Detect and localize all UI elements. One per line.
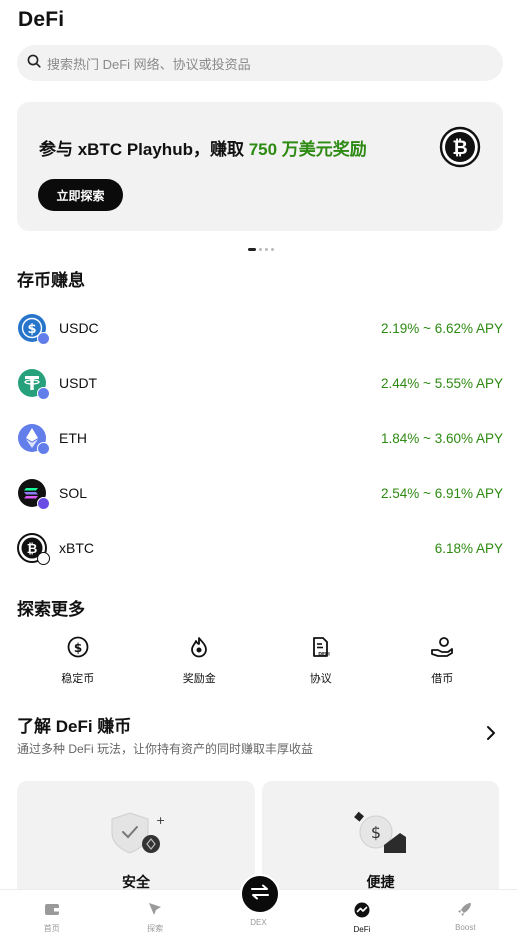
tab-label: 探索 [147,924,164,933]
token-name: SOL [59,485,88,501]
svg-text:₿: ₿ [452,137,467,159]
svg-text:DEFI: DEFI [318,652,330,658]
banner-title: 参与 xBTC Playhub，赚取 750 万美元奖励 [39,140,367,159]
shield-icon: + [110,811,166,862]
tab-label: 首页 [43,924,60,933]
token-name: USDT [59,375,98,391]
defi-icon [354,902,370,923]
rocket-icon [457,902,473,921]
borrow-icon [430,636,454,663]
explore-item-label: 协议 [309,673,332,685]
explore-item-label: 稳定币 [61,673,95,685]
learn-heading[interactable]: 了解 DeFi 赚币 [17,712,131,737]
explore-item-protocol[interactable]: DEFI 协议 [260,636,382,686]
list-item-usdc[interactable]: $ USDC 2.19% ~ 6.62% APY [17,311,503,345]
compass-icon [147,902,163,921]
token-apy: 6.18% APY [434,540,503,556]
tab-home[interactable]: 首页 [0,890,103,934]
reward-icon [188,636,210,663]
explore-grid: $ 稳定币 奖励金 DEFI 协议 借币 [17,636,503,686]
protocol-icon: DEFI [310,636,332,663]
list-item-usdt[interactable]: USDT 2.44% ~ 5.55% APY [17,366,503,400]
explore-heading: 探索更多 [17,600,85,619]
bitcoin-icon: ₿ [439,126,481,173]
earn-heading: 存币赚息 [17,271,85,290]
tab-boost[interactable]: Boost [414,890,517,934]
list-item-xbtc[interactable]: ₿ xBTC 6.18% APY [17,531,503,565]
search-icon [27,54,41,73]
token-name: ETH [59,430,87,446]
svg-text:$: $ [74,641,82,655]
list-item-sol[interactable]: SOL 2.54% ~ 6.91% APY [17,476,503,510]
token-name: xBTC [59,540,94,556]
explore-now-button[interactable]: 立即探索 [38,179,123,211]
search-bar[interactable]: 搜索热门 DeFi 网络、协议或投资品 [17,45,503,81]
tab-label: DEX [250,918,267,927]
explore-item-stablecoin[interactable]: $ 稳定币 [17,636,139,686]
token-apy: 1.84% ~ 3.60% APY [381,430,503,446]
token-apy: 2.54% ~ 6.91% APY [381,485,503,501]
explore-item-reward[interactable]: 奖励金 [139,636,261,686]
svg-text:$: $ [27,322,36,337]
svg-text:+: + [156,814,165,827]
usdt-icon [17,368,50,400]
dex-swap-button[interactable] [240,874,280,914]
usdc-icon: $ [17,313,50,345]
tab-label: Boost [455,923,476,932]
token-name: USDC [59,320,99,336]
sol-icon [17,478,50,510]
explore-item-label: 奖励金 [182,673,216,685]
search-placeholder: 搜索热门 DeFi 网络、协议或投资品 [47,56,251,72]
coin-hand-icon: $ [354,811,410,862]
promo-banner[interactable]: 参与 xBTC Playhub，赚取 750 万美元奖励 立即探索 ₿ [17,102,503,231]
xbtc-icon: ₿ [17,533,50,565]
token-apy: 2.44% ~ 5.55% APY [381,375,503,391]
banner-pagination [248,248,274,251]
tab-explore[interactable]: 探索 [103,890,206,934]
tab-defi[interactable]: DeFi [310,890,413,934]
eth-icon [17,423,50,455]
explore-item-borrow[interactable]: 借币 [382,636,504,686]
chevron-right-icon[interactable] [484,724,498,747]
list-item-eth[interactable]: ETH 1.84% ~ 3.60% APY [17,421,503,455]
explore-item-label: 借币 [431,673,454,685]
swap-icon [250,884,270,905]
page-title: DeFi [18,8,65,31]
learn-subtitle: 通过多种 DeFi 玩法，让你持有资产的同时赚取丰厚收益 [17,742,314,756]
svg-text:₿: ₿ [27,542,38,557]
wallet-icon [44,902,60,921]
svg-text:$: $ [371,823,381,842]
stablecoin-icon: $ [67,636,89,663]
tab-label: DeFi [353,925,371,934]
token-apy: 2.19% ~ 6.62% APY [381,320,503,336]
